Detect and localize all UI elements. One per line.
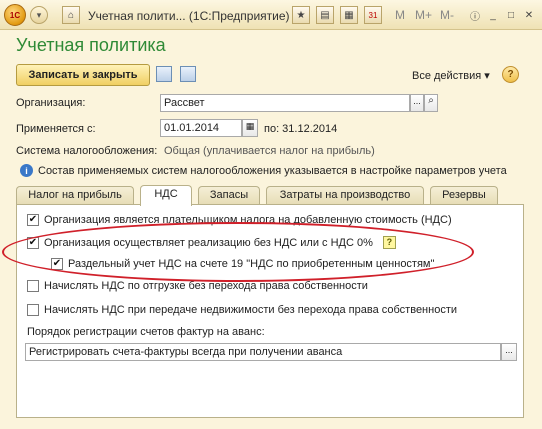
invoice-order-field[interactable]: Регистрировать счета-фактуры всегда при … [25, 343, 501, 361]
tax-system-value[interactable]: Общая (уплачивается налог на прибыль) [164, 145, 375, 157]
vat-payer-label: Организация является плательщиком налога… [44, 214, 452, 226]
separate-vat-label: Раздельный учет НДС на счете 19 "НДС по … [68, 258, 435, 270]
vat-realty-label: Начислять НДС при передаче недвижимости … [44, 304, 458, 316]
help-button[interactable]: ? [502, 66, 519, 83]
vat-realty-checkbox[interactable] [27, 304, 39, 316]
minimize-icon[interactable]: _ [484, 6, 502, 24]
invoice-order-label: Порядок регистрации счетов фактур на ава… [27, 326, 265, 338]
applies-date-field[interactable]: 01.01.2014 [160, 119, 242, 137]
calculator-icon[interactable]: ▦ [340, 6, 358, 24]
vat-shipment-label: Начислять НДС по отгрузке без перехода п… [44, 280, 368, 292]
tab-production-costs[interactable]: Затраты на производство [266, 186, 424, 205]
calendar-picker-icon[interactable]: ▦ [242, 119, 258, 137]
memory-mplus-button[interactable]: M+ [415, 8, 432, 22]
memory-m-button[interactable]: M [395, 8, 405, 22]
applies-label: Применяется с: [16, 123, 96, 135]
org-select-button[interactable]: ... [410, 94, 424, 112]
favorite-icon[interactable]: ★ [292, 6, 310, 24]
applies-to-text: по: 31.12.2014 [264, 123, 338, 135]
tab-reserves[interactable]: Резервы [430, 186, 498, 205]
separate-vat-row[interactable]: ✔ Раздельный учет НДС на счете 19 "НДС п… [51, 258, 434, 270]
tab-vat[interactable]: НДС [140, 185, 192, 206]
info-circle-icon: i [20, 164, 33, 177]
close-icon[interactable]: ✕ [520, 6, 538, 24]
app-logo-icon[interactable]: 1С [4, 4, 26, 26]
no-vat-sales-label: Организация осуществляет реализацию без … [44, 236, 373, 249]
vat-payer-row[interactable]: ✔ Организация является плательщиком нало… [27, 214, 452, 226]
vat-payer-checkbox[interactable]: ✔ [27, 214, 39, 226]
invoice-order-select-button[interactable]: ... [501, 343, 517, 361]
vat-shipment-checkbox[interactable] [27, 280, 39, 292]
maximize-icon[interactable]: □ [502, 6, 520, 24]
window-title: Учетная полити... (1С:Предприятие) [88, 9, 290, 23]
info-text: Состав применяемых систем налогообложени… [38, 164, 507, 177]
vat-shipment-row[interactable]: Начислять НДС по отгрузке без перехода п… [27, 280, 368, 292]
no-vat-sales-checkbox[interactable]: ✔ [27, 236, 39, 249]
no-vat-sales-row[interactable]: ✔ Организация осуществляет реализацию бе… [27, 236, 396, 249]
save-icon[interactable] [156, 66, 172, 82]
tax-system-label: Система налогообложения: [16, 145, 158, 157]
all-actions-menu[interactable]: Все действия ▾ [412, 69, 490, 82]
separate-vat-checkbox[interactable]: ✔ [51, 258, 63, 270]
vat-realty-row[interactable]: Начислять НДС при передаче недвижимости … [27, 304, 457, 316]
info-row: i Состав применяемых систем налогообложе… [20, 164, 507, 177]
app-menu-icon[interactable]: ▾ [30, 6, 48, 24]
no-vat-help-icon[interactable]: ? [382, 236, 396, 249]
calendar-icon[interactable]: 31 [364, 6, 382, 24]
page-title: Учетная политика [16, 35, 166, 55]
tab-profit-tax[interactable]: Налог на прибыль [16, 186, 134, 205]
org-field[interactable]: Рассвет [160, 94, 410, 112]
memory-mminus-button[interactable]: M- [440, 8, 454, 22]
save-and-close-button[interactable]: Записать и закрыть [16, 64, 150, 86]
window-titlebar: 1С ▾ ⌂ Учетная полити... (1С:Предприятие… [0, 0, 542, 30]
org-label: Организация: [16, 97, 86, 109]
refresh-icon[interactable] [180, 66, 196, 82]
home-icon[interactable]: ⌂ [62, 6, 80, 24]
print-icon[interactable]: ▤ [316, 6, 334, 24]
vat-panel: ✔ Организация является плательщиком нало… [16, 204, 524, 418]
tab-inventory[interactable]: Запасы [198, 186, 260, 205]
org-search-icon[interactable]: ⌕ [424, 94, 438, 112]
info-icon[interactable]: ⓘ [466, 6, 484, 24]
